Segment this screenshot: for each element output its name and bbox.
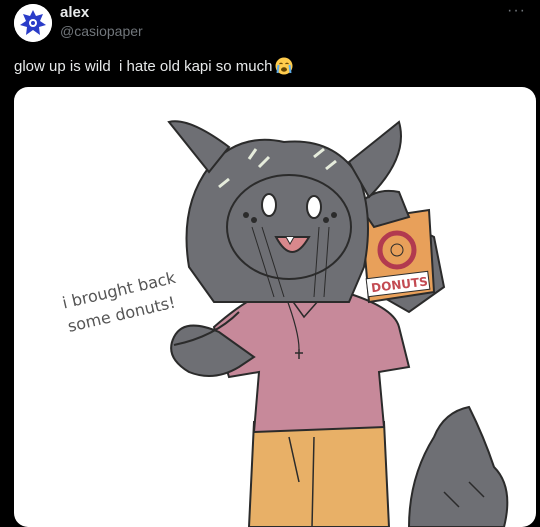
avatar-image: [14, 4, 52, 42]
user-handle[interactable]: @casiopaper: [60, 23, 143, 39]
avatar[interactable]: [14, 4, 52, 42]
more-options-button[interactable]: ···: [507, 2, 526, 20]
display-name[interactable]: alex: [60, 4, 89, 21]
loudly-crying-face-icon: [275, 57, 293, 79]
post-image[interactable]: DONUTS i brought back some donuts!: [14, 87, 536, 527]
tweet-text: glow up is wild i hate old kapi so much: [14, 58, 273, 75]
tweet-text-row: glow up is wild i hate old kapi so much: [14, 57, 293, 79]
